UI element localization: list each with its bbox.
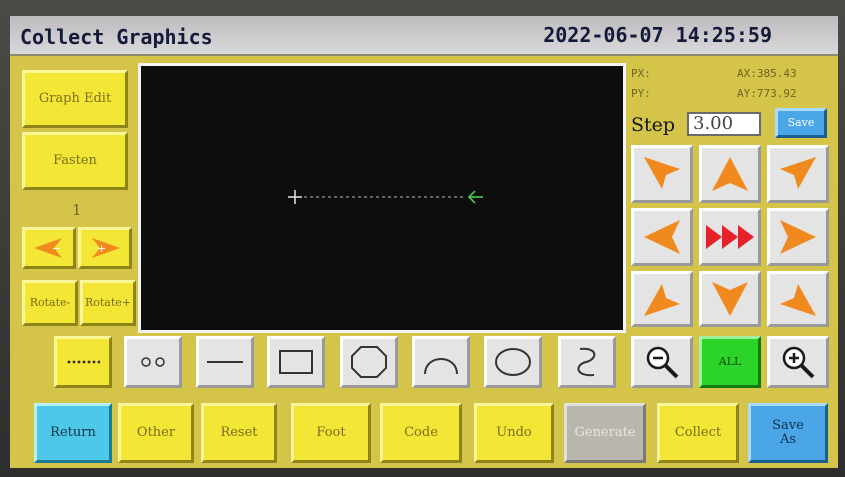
arrow-down-icon: [712, 282, 748, 316]
origin-cross-icon: [288, 190, 302, 204]
ay-readout: AY:773.92: [737, 87, 797, 100]
zoom-in-button[interactable]: [767, 336, 829, 388]
svg-text:−: −: [52, 242, 61, 255]
foot-button[interactable]: Foot: [291, 403, 371, 463]
ellipse-tool[interactable]: [484, 336, 542, 388]
fasten-button[interactable]: Fasten: [22, 132, 128, 190]
save-as-label-line2: As: [779, 432, 797, 447]
prev-button[interactable]: −: [22, 227, 76, 269]
reset-button[interactable]: Reset: [201, 403, 277, 463]
zoom-out-icon: [646, 346, 679, 379]
code-button[interactable]: Code: [380, 403, 462, 463]
save-as-button[interactable]: Save As: [748, 403, 828, 463]
move-left-button[interactable]: [631, 208, 693, 266]
ellipse-icon: [495, 348, 531, 376]
move-down-left-button[interactable]: [631, 271, 693, 327]
dotted-line-tool[interactable]: [54, 336, 112, 388]
zoom-all-button[interactable]: ALL: [699, 336, 761, 388]
arrow-up-right-icon: [780, 157, 816, 189]
other-button[interactable]: Other: [118, 403, 194, 463]
two-point-tool[interactable]: [124, 336, 182, 388]
svg-text:+: +: [97, 242, 106, 255]
fast-forward-button[interactable]: [699, 208, 761, 266]
step-save-button[interactable]: Save: [775, 108, 827, 138]
move-up-button[interactable]: [699, 145, 761, 203]
rotate-plus-button[interactable]: Rotate+: [80, 280, 136, 326]
arrow-down-right-icon: [780, 284, 816, 316]
graph-edit-button[interactable]: Graph Edit: [22, 70, 128, 128]
dotted-line-icon: [67, 360, 100, 364]
curve-icon: [577, 347, 596, 377]
curve-tool[interactable]: [558, 336, 616, 388]
octagon-tool[interactable]: [340, 336, 398, 388]
octagon-icon: [351, 346, 387, 378]
step-label: Step: [631, 114, 676, 136]
zoom-out-button[interactable]: [631, 336, 693, 388]
move-down-right-button[interactable]: [767, 271, 829, 327]
arrow-down-left-icon: [644, 284, 680, 316]
save-as-label-line1: Save: [772, 418, 804, 433]
step-input[interactable]: 3.00: [687, 112, 761, 136]
arrow-up-icon: [712, 157, 748, 191]
move-down-button[interactable]: [699, 271, 761, 327]
move-up-right-button[interactable]: [767, 145, 829, 203]
return-button[interactable]: Return: [34, 403, 112, 463]
rectangle-tool[interactable]: [267, 336, 325, 388]
arrow-left-icon: [644, 220, 680, 254]
move-right-button[interactable]: [767, 208, 829, 266]
next-button[interactable]: +: [78, 227, 132, 269]
collect-button[interactable]: Collect: [657, 403, 739, 463]
px-label: PX:: [631, 67, 651, 80]
page-title: Collect Graphics: [20, 25, 213, 49]
rotate-minus-button[interactable]: Rotate-: [22, 280, 78, 326]
left-arrow-icon: −: [34, 238, 62, 258]
title-bar: Collect Graphics 2022-06-07 14:25:59: [10, 16, 838, 56]
graphics-canvas[interactable]: [138, 63, 626, 333]
generate-button[interactable]: Generate: [564, 403, 646, 463]
zoom-in-icon: [782, 346, 815, 379]
right-arrow-icon: +: [92, 238, 120, 258]
move-up-left-button[interactable]: [631, 145, 693, 203]
cursor-arrow-icon: [467, 190, 483, 204]
rectangle-icon: [279, 350, 313, 374]
arc-icon: [424, 358, 458, 375]
arrow-right-icon: [780, 220, 816, 254]
two-points-icon: [141, 357, 165, 367]
ax-readout: AX:385.43: [737, 67, 797, 80]
straight-line-tool[interactable]: [196, 336, 254, 388]
arc-tool[interactable]: [412, 336, 470, 388]
undo-button[interactable]: Undo: [474, 403, 554, 463]
py-label: PY:: [631, 87, 651, 100]
straight-line-icon: [207, 361, 243, 363]
fast-forward-icon: [706, 225, 754, 249]
pattern-number: 1: [72, 201, 82, 219]
canvas-drawing: [288, 190, 483, 204]
hmi-screen: Collect Graphics 2022-06-07 14:25:59 Gra…: [10, 16, 838, 468]
arrow-up-left-icon: [644, 157, 680, 189]
date-time: 2022-06-07 14:25:59: [543, 23, 772, 47]
